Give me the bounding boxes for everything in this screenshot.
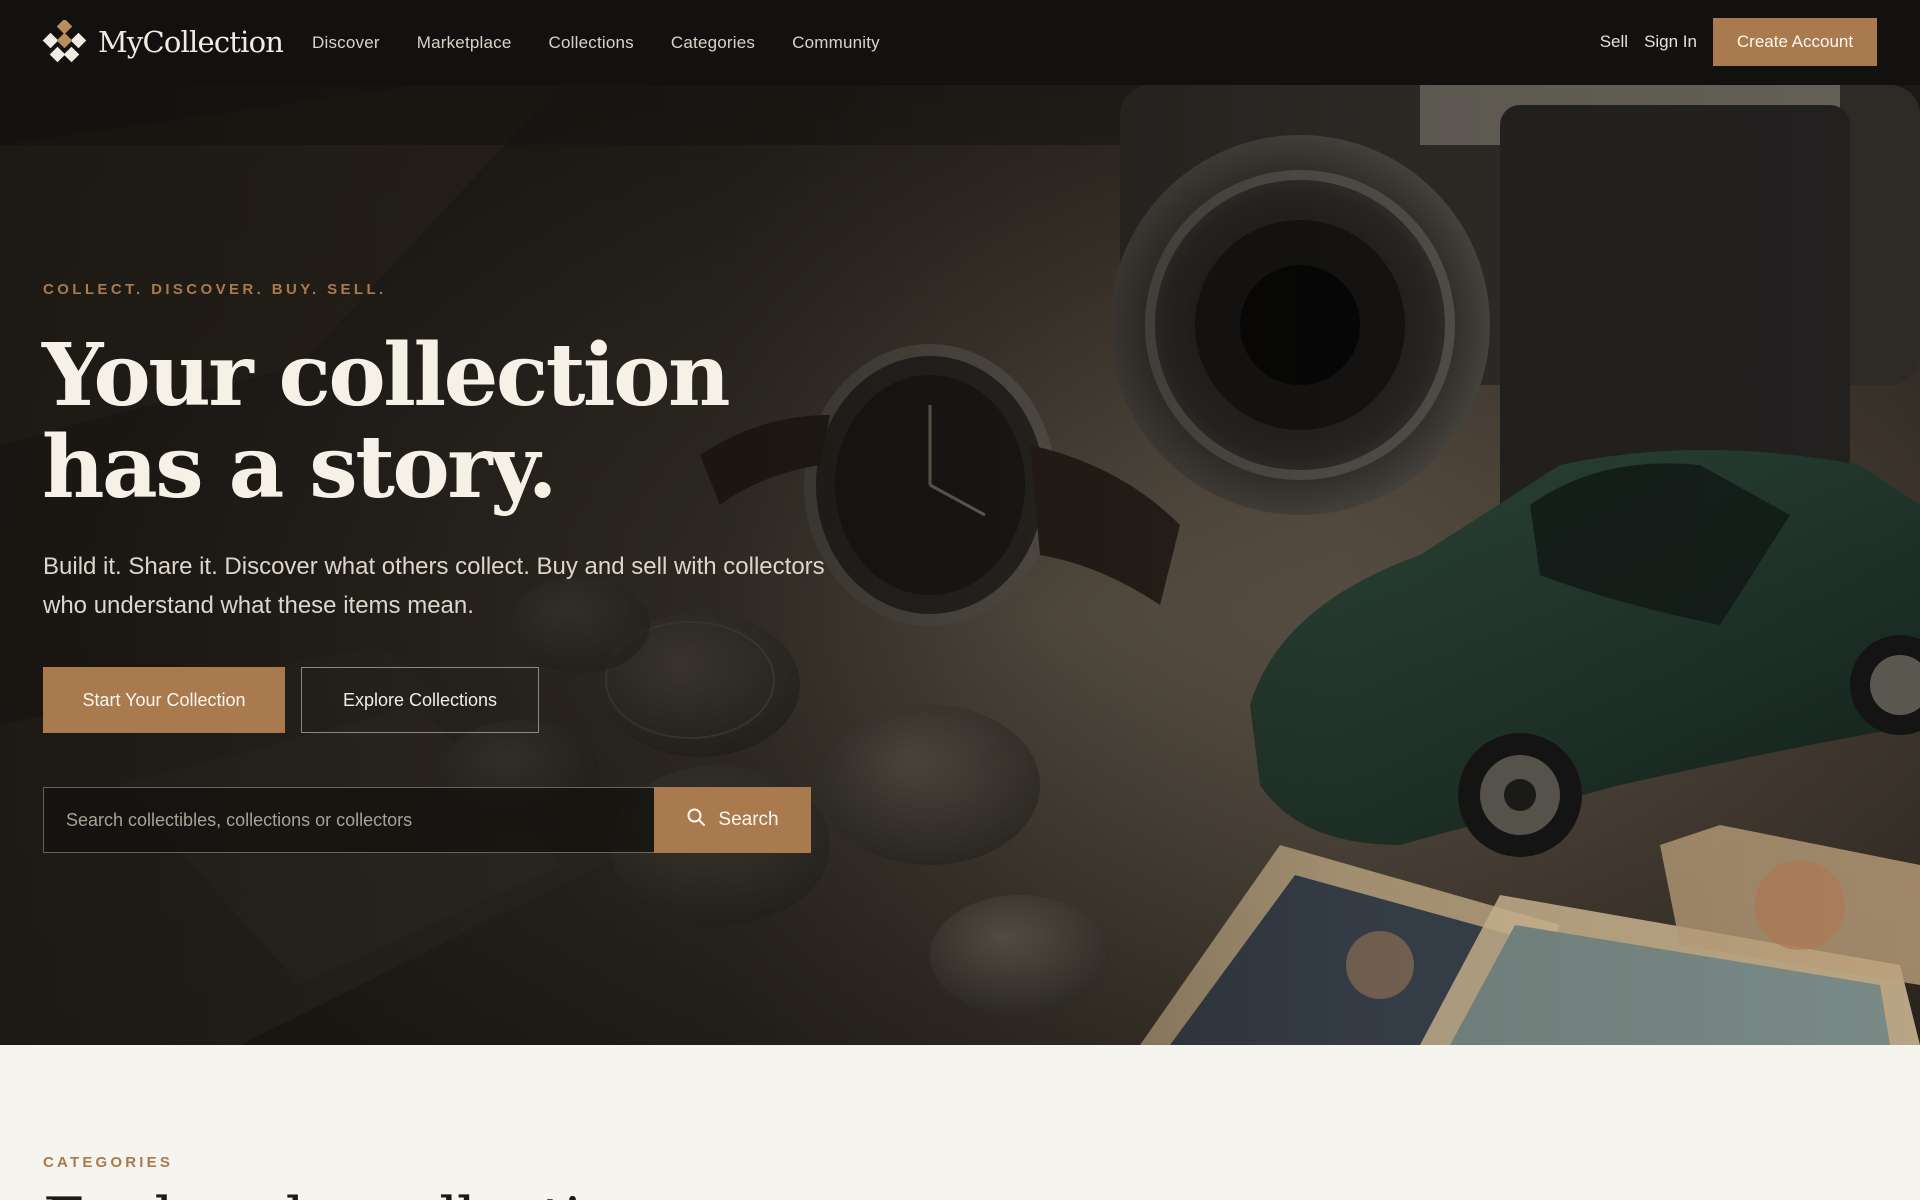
sell-link[interactable]: Sell xyxy=(1600,32,1628,52)
nav-collections[interactable]: Collections xyxy=(549,33,634,53)
hero-search: Search xyxy=(43,787,811,853)
hero-eyebrow: COLLECT. DISCOVER. BUY. SELL. xyxy=(43,281,387,298)
sign-in-link[interactable]: Sign In xyxy=(1644,32,1697,52)
categories-section: CATEGORIES Explore by collection xyxy=(0,1045,1920,1200)
search-button[interactable]: Search xyxy=(654,787,811,853)
top-nav: MyCollection Discover Marketplace Collec… xyxy=(0,0,1920,85)
nav-marketplace[interactable]: Marketplace xyxy=(417,33,512,53)
categories-eyebrow: CATEGORIES xyxy=(43,1154,174,1171)
explore-collections-button[interactable]: Explore Collections xyxy=(301,667,539,733)
search-icon xyxy=(686,807,718,833)
hero-title: Your collection has a story. xyxy=(42,325,730,518)
account-nav: Sell Sign In Create Account xyxy=(1584,18,1877,66)
search-input[interactable] xyxy=(43,787,654,853)
search-button-label: Search xyxy=(718,809,779,830)
create-account-button[interactable]: Create Account xyxy=(1713,18,1877,66)
nav-community[interactable]: Community xyxy=(792,33,880,53)
nav-discover[interactable]: Discover xyxy=(312,33,380,53)
brand-name: MyCollection xyxy=(98,25,284,59)
diamond-cluster-icon xyxy=(42,18,87,64)
nav-categories[interactable]: Categories xyxy=(671,33,755,53)
categories-title: Explore by collection xyxy=(43,1185,654,1200)
hero-section: COLLECT. DISCOVER. BUY. SELL. Your colle… xyxy=(0,85,1920,1045)
hero-subtitle: Build it. Share it. Discover what others… xyxy=(43,553,825,619)
primary-nav: Discover Marketplace Collections Categor… xyxy=(312,0,917,85)
start-collection-button[interactable]: Start Your Collection xyxy=(43,667,285,733)
brand-logo[interactable]: MyCollection xyxy=(42,18,284,64)
